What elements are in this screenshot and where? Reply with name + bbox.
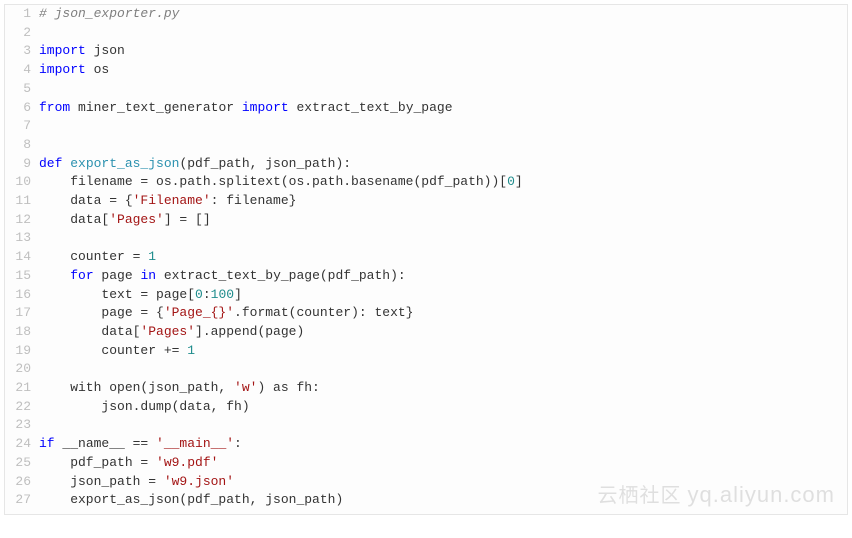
code-line: 1# json_exporter.py [5,5,847,24]
code-line: 2 [5,24,847,43]
line-number: 6 [5,99,39,118]
line-content [39,229,47,248]
line-content: filename = os.path.splitext(os.path.base… [39,173,523,192]
code-line: 4import os [5,61,847,80]
line-number: 4 [5,61,39,80]
line-number: 10 [5,173,39,192]
line-number: 16 [5,286,39,305]
line-number: 8 [5,136,39,155]
line-number: 2 [5,24,39,43]
line-content: def export_as_json(pdf_path, json_path): [39,155,351,174]
code-line: 27 export_as_json(pdf_path, json_path) [5,491,847,510]
code-line: 6from miner_text_generator import extrac… [5,99,847,118]
line-content [39,80,47,99]
code-line: 14 counter = 1 [5,248,847,267]
code-line: 21 with open(json_path, 'w') as fh: [5,379,847,398]
line-content [39,136,47,155]
line-number: 3 [5,42,39,61]
line-content: data['Pages'] = [] [39,211,211,230]
line-number: 27 [5,491,39,510]
line-content: with open(json_path, 'w') as fh: [39,379,320,398]
code-line: 10 filename = os.path.splitext(os.path.b… [5,173,847,192]
line-number: 21 [5,379,39,398]
line-number: 18 [5,323,39,342]
line-number: 5 [5,80,39,99]
line-content: counter = 1 [39,248,156,267]
line-content: page = {'Page_{}'.format(counter): text} [39,304,413,323]
code-line: 25 pdf_path = 'w9.pdf' [5,454,847,473]
line-content: json.dump(data, fh) [39,398,250,417]
line-number: 7 [5,117,39,136]
line-number: 23 [5,416,39,435]
line-content: from miner_text_generator import extract… [39,99,453,118]
code-line: 15 for page in extract_text_by_page(pdf_… [5,267,847,286]
code-line: 26 json_path = 'w9.json' [5,473,847,492]
line-content: import os [39,61,109,80]
line-number: 19 [5,342,39,361]
code-block: 1# json_exporter.py2 3import json4import… [4,4,848,515]
code-line: 23 [5,416,847,435]
code-line: 3import json [5,42,847,61]
line-number: 25 [5,454,39,473]
line-content: if __name__ == '__main__': [39,435,242,454]
code-line: 13 [5,229,847,248]
line-content: for page in extract_text_by_page(pdf_pat… [39,267,406,286]
line-number: 15 [5,267,39,286]
code-line: 19 counter += 1 [5,342,847,361]
line-content [39,360,47,379]
line-content: json_path = 'w9.json' [39,473,234,492]
line-content: import json [39,42,125,61]
line-number: 26 [5,473,39,492]
code-line: 17 page = {'Page_{}'.format(counter): te… [5,304,847,323]
line-number: 14 [5,248,39,267]
code-line: 7 [5,117,847,136]
code-line: 16 text = page[0:100] [5,286,847,305]
code-lines: 1# json_exporter.py2 3import json4import… [5,5,847,510]
line-number: 12 [5,211,39,230]
line-content [39,416,47,435]
code-line: 9def export_as_json(pdf_path, json_path)… [5,155,847,174]
line-content: data['Pages'].append(page) [39,323,304,342]
code-line: 12 data['Pages'] = [] [5,211,847,230]
line-number: 13 [5,229,39,248]
line-content [39,24,47,43]
line-content: text = page[0:100] [39,286,242,305]
line-number: 24 [5,435,39,454]
code-line: 24if __name__ == '__main__': [5,435,847,454]
line-content [39,117,47,136]
code-line: 5 [5,80,847,99]
line-number: 20 [5,360,39,379]
line-content: export_as_json(pdf_path, json_path) [39,491,343,510]
line-content: # json_exporter.py [39,5,179,24]
line-number: 11 [5,192,39,211]
code-line: 20 [5,360,847,379]
code-line: 22 json.dump(data, fh) [5,398,847,417]
line-content: pdf_path = 'w9.pdf' [39,454,218,473]
line-number: 17 [5,304,39,323]
code-line: 8 [5,136,847,155]
line-number: 9 [5,155,39,174]
code-line: 11 data = {'Filename': filename} [5,192,847,211]
line-number: 1 [5,5,39,24]
line-content: counter += 1 [39,342,195,361]
line-number: 22 [5,398,39,417]
code-line: 18 data['Pages'].append(page) [5,323,847,342]
line-content: data = {'Filename': filename} [39,192,296,211]
